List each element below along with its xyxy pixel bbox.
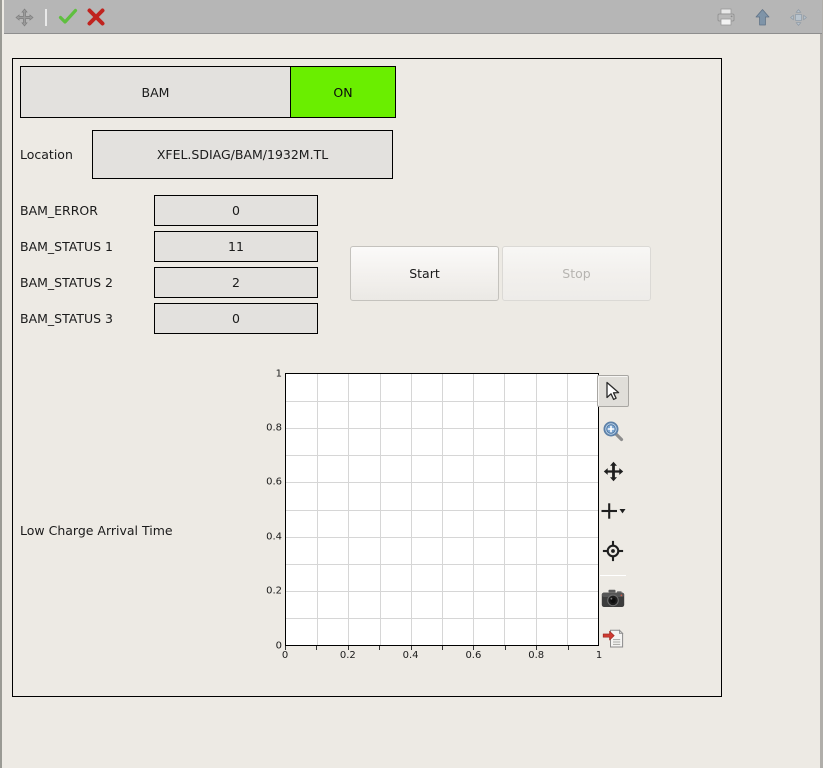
status-label: BAM_STATUS 3 [20, 311, 113, 326]
status-label: BAM_STATUS 1 [20, 239, 113, 254]
check-icon[interactable] [56, 5, 80, 29]
grid-line [286, 590, 598, 592]
x-tick-label: 0.6 [465, 650, 482, 661]
zoom-in-icon[interactable] [597, 415, 629, 447]
y-tick-label: 0.6 [266, 476, 282, 488]
status-row: BAM_STATUS 1 11 [20, 229, 318, 264]
action-button-group: Start Stop [350, 246, 651, 301]
status-row: BAM_STATUS 2 2 [20, 265, 318, 300]
y-tick-label: 0.2 [266, 585, 282, 597]
device-header: BAM ON [20, 66, 396, 118]
plot-canvas[interactable] [285, 373, 599, 646]
resize-icon[interactable] [786, 5, 810, 29]
camera-icon[interactable] [597, 582, 629, 614]
start-button[interactable]: Start [350, 246, 499, 301]
y-tick-label: 1 [275, 368, 282, 380]
application-window: BAM ON Location XFEL.SDIAG/BAM/1932M.TL … [0, 0, 823, 768]
plot-caption: Low Charge Arrival Time [20, 523, 173, 538]
move-icon[interactable] [12, 5, 36, 29]
print-icon[interactable] [714, 5, 738, 29]
status-value: 2 [154, 267, 318, 298]
status-value: 0 [154, 195, 318, 226]
pan-icon[interactable] [597, 455, 629, 487]
upload-icon[interactable] [750, 5, 774, 29]
toolbar-right-group [714, 0, 810, 34]
location-value[interactable]: XFEL.SDIAG/BAM/1932M.TL [92, 130, 393, 179]
grid-line [286, 428, 598, 430]
grid-line-minor [286, 563, 598, 565]
device-state-badge: ON [291, 67, 395, 117]
x-tick-label: 0.2 [339, 650, 356, 661]
export-icon[interactable] [597, 622, 629, 654]
toolbar-left-group [12, 0, 108, 34]
grid-line [286, 482, 598, 484]
main-panel: BAM ON Location XFEL.SDIAG/BAM/1932M.TL … [12, 58, 722, 697]
grid-line [286, 536, 598, 538]
x-tick-label: 0 [281, 650, 289, 661]
y-axis: 0 0.2 0.4 0.6 0.8 1 [265, 369, 282, 652]
status-value: 11 [154, 231, 318, 262]
y-tick-label: 0.4 [266, 531, 282, 543]
location-row: Location XFEL.SDIAG/BAM/1932M.TL [20, 130, 396, 179]
grid-line-minor [286, 401, 598, 403]
top-toolbar [4, 0, 822, 34]
y-tick-label: 0.8 [266, 422, 282, 434]
toolbar-separator [45, 8, 47, 26]
status-row: BAM_ERROR 0 [20, 193, 318, 228]
x-tick-label: 0.8 [528, 650, 545, 661]
stop-button: Stop [502, 246, 651, 301]
plot-container: 0 0.2 0.4 0.6 0.8 1 0 0.2 0.4 0.6 0.8 1 [265, 368, 602, 662]
target-icon[interactable] [597, 535, 629, 567]
crosshair-dropdown-icon[interactable] [597, 495, 629, 527]
device-name-display: BAM [21, 67, 291, 117]
location-label: Location [20, 147, 73, 162]
status-label: BAM_ERROR [20, 203, 98, 218]
plot-toolbar [597, 375, 631, 662]
close-icon[interactable] [84, 5, 108, 29]
grid-line-minor [286, 617, 598, 619]
grid-line-minor [286, 455, 598, 457]
grid-line-minor [286, 509, 598, 511]
status-field-list: BAM_ERROR 0 BAM_STATUS 1 11 BAM_STATUS 2… [20, 193, 318, 337]
status-label: BAM_STATUS 2 [20, 275, 113, 290]
status-row: BAM_STATUS 3 0 [20, 301, 318, 336]
cursor-icon[interactable] [597, 375, 629, 407]
status-value: 0 [154, 303, 318, 334]
tool-divider [600, 575, 626, 576]
x-axis: 0 0.2 0.4 0.6 0.8 1 [281, 646, 602, 666]
x-tick-label: 0.4 [402, 650, 419, 661]
